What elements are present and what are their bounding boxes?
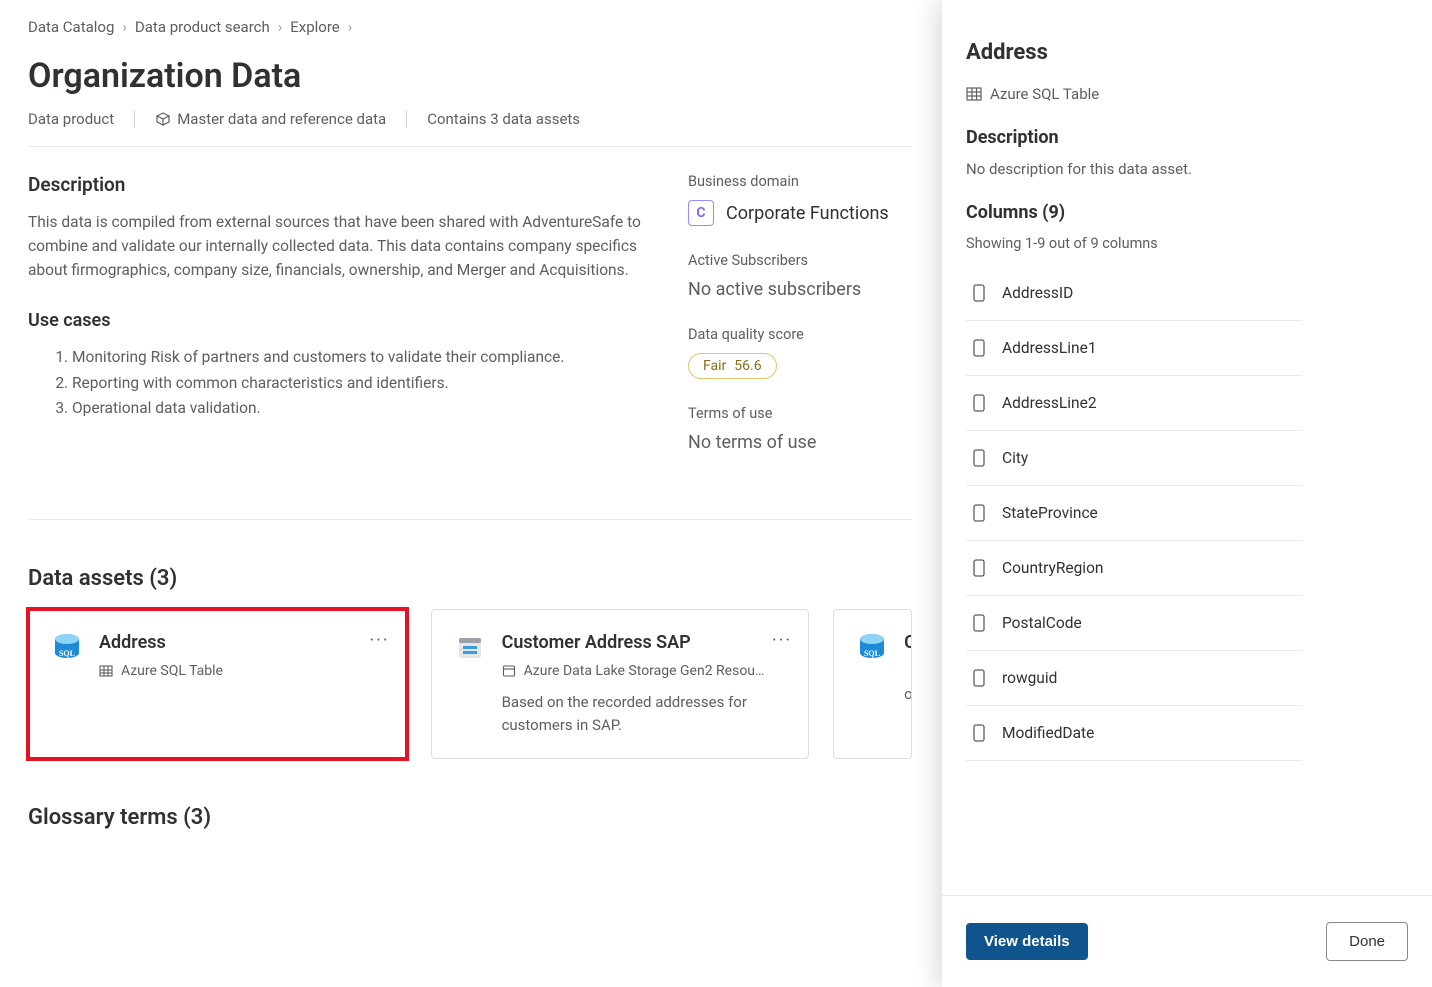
column-icon [972, 669, 986, 687]
quality-label: Data quality score [688, 326, 912, 343]
resource-icon [502, 664, 516, 678]
classification: Master data and reference data [155, 110, 386, 128]
column-icon [972, 394, 986, 412]
cube-icon [155, 111, 171, 127]
divider [134, 110, 135, 128]
asset-type-label: Azure Data Lake Storage Gen2 Resou… [524, 663, 765, 679]
panel-columns-heading: Columns (9) [966, 202, 1302, 223]
panel-columns-subtext: Showing 1-9 out of 9 columns [966, 235, 1302, 252]
business-domain-label: Business domain [688, 173, 912, 190]
use-case-item: Reporting with common characteristics an… [72, 371, 648, 397]
use-cases-list: Monitoring Risk of partners and customer… [28, 345, 648, 422]
panel-description-text: No description for this data asset. [966, 160, 1302, 178]
domain-name: Corporate Functions [726, 203, 889, 224]
main-content: Data Catalog › Data product search › Exp… [0, 0, 940, 987]
assets-row: ··· SQL Address Azure SQL Table [28, 609, 912, 759]
details-section: Description This data is compiled from e… [28, 173, 912, 520]
breadcrumb-item[interactable]: Data product search [135, 18, 270, 36]
card-menu-icon[interactable]: ··· [772, 630, 792, 651]
quality-score: 56.6 [734, 358, 761, 374]
asset-count: Contains 3 data assets [427, 110, 580, 128]
column-item[interactable]: PostalCode [966, 596, 1302, 651]
asset-card-partial[interactable]: SQL C… o… [833, 609, 912, 759]
column-icon [972, 614, 986, 632]
column-icon [972, 449, 986, 467]
column-item[interactable]: ModifiedDate [966, 706, 1302, 761]
divider [406, 110, 407, 128]
page-title: Organization Data [28, 56, 912, 96]
quality-rating: Fair [703, 358, 726, 374]
column-icon [972, 724, 986, 742]
asset-card-customer-address-sap[interactable]: ··· Customer Address SAP Azure Data Lake… [431, 609, 810, 759]
details-side-panel: Address Azure SQL Table Description No d… [942, 0, 1432, 987]
panel-footer: View details Done [942, 895, 1432, 987]
business-domain-chip[interactable]: C Corporate Functions [688, 200, 912, 226]
sql-database-icon: SQL [51, 632, 83, 664]
product-kind: Data product [28, 110, 114, 128]
table-icon [966, 87, 982, 101]
column-icon [972, 284, 986, 302]
svg-text:SQL: SQL [59, 649, 75, 658]
meta-row: Data product Master data and reference d… [28, 110, 912, 147]
column-item[interactable]: AddressLine1 [966, 321, 1302, 376]
column-item[interactable]: AddressLine2 [966, 376, 1302, 431]
quality-score-pill[interactable]: Fair 56.6 [688, 353, 777, 379]
chevron-right-icon: › [348, 18, 353, 36]
asset-name: Address [99, 632, 384, 653]
column-icon [972, 559, 986, 577]
asset-card-address[interactable]: ··· SQL Address Azure SQL Table [28, 609, 407, 759]
svg-text:SQL: SQL [864, 649, 880, 658]
column-item[interactable]: rowguid [966, 651, 1302, 706]
datalake-icon [454, 632, 486, 664]
terms-label: Terms of use [688, 405, 912, 422]
glossary-heading: Glossary terms (3) [28, 805, 912, 830]
assets-heading: Data assets (3) [28, 566, 912, 591]
terms-value: No terms of use [688, 432, 912, 453]
description-heading: Description [28, 173, 648, 196]
column-icon [972, 504, 986, 522]
asset-type-label: Azure SQL Table [121, 663, 223, 679]
column-item[interactable]: CountryRegion [966, 541, 1302, 596]
domain-initial-badge: C [688, 200, 714, 226]
asset-name: Customer Address SAP [502, 632, 787, 653]
column-icon [972, 339, 986, 357]
subscribers-value: No active subscribers [688, 279, 912, 300]
breadcrumb-item[interactable]: Explore [290, 18, 340, 36]
panel-description-heading: Description [966, 127, 1302, 148]
table-icon [99, 664, 113, 678]
card-menu-icon[interactable]: ··· [369, 630, 389, 651]
description-text: This data is compiled from external sour… [28, 210, 648, 282]
use-cases-heading: Use cases [28, 310, 648, 331]
subscribers-label: Active Subscribers [688, 252, 912, 269]
view-details-button[interactable]: View details [966, 923, 1088, 960]
use-case-item: Monitoring Risk of partners and customer… [72, 345, 648, 371]
column-item[interactable]: StateProvince [966, 486, 1302, 541]
chevron-right-icon: › [122, 18, 127, 36]
column-item[interactable]: AddressID [966, 266, 1302, 321]
breadcrumb-item[interactable]: Data Catalog [28, 18, 114, 36]
use-case-item: Operational data validation. [72, 396, 648, 422]
asset-description: Based on the recorded addresses for cust… [502, 691, 787, 738]
breadcrumb: Data Catalog › Data product search › Exp… [28, 18, 912, 36]
panel-asset-type: Azure SQL Table [966, 85, 1302, 103]
sql-database-icon: SQL [856, 632, 888, 664]
column-item[interactable]: City [966, 431, 1302, 486]
done-button[interactable]: Done [1326, 922, 1408, 961]
panel-title: Address [966, 40, 1302, 65]
chevron-right-icon: › [278, 18, 283, 36]
columns-list: AddressID AddressLine1 AddressLine2 City… [966, 266, 1302, 761]
